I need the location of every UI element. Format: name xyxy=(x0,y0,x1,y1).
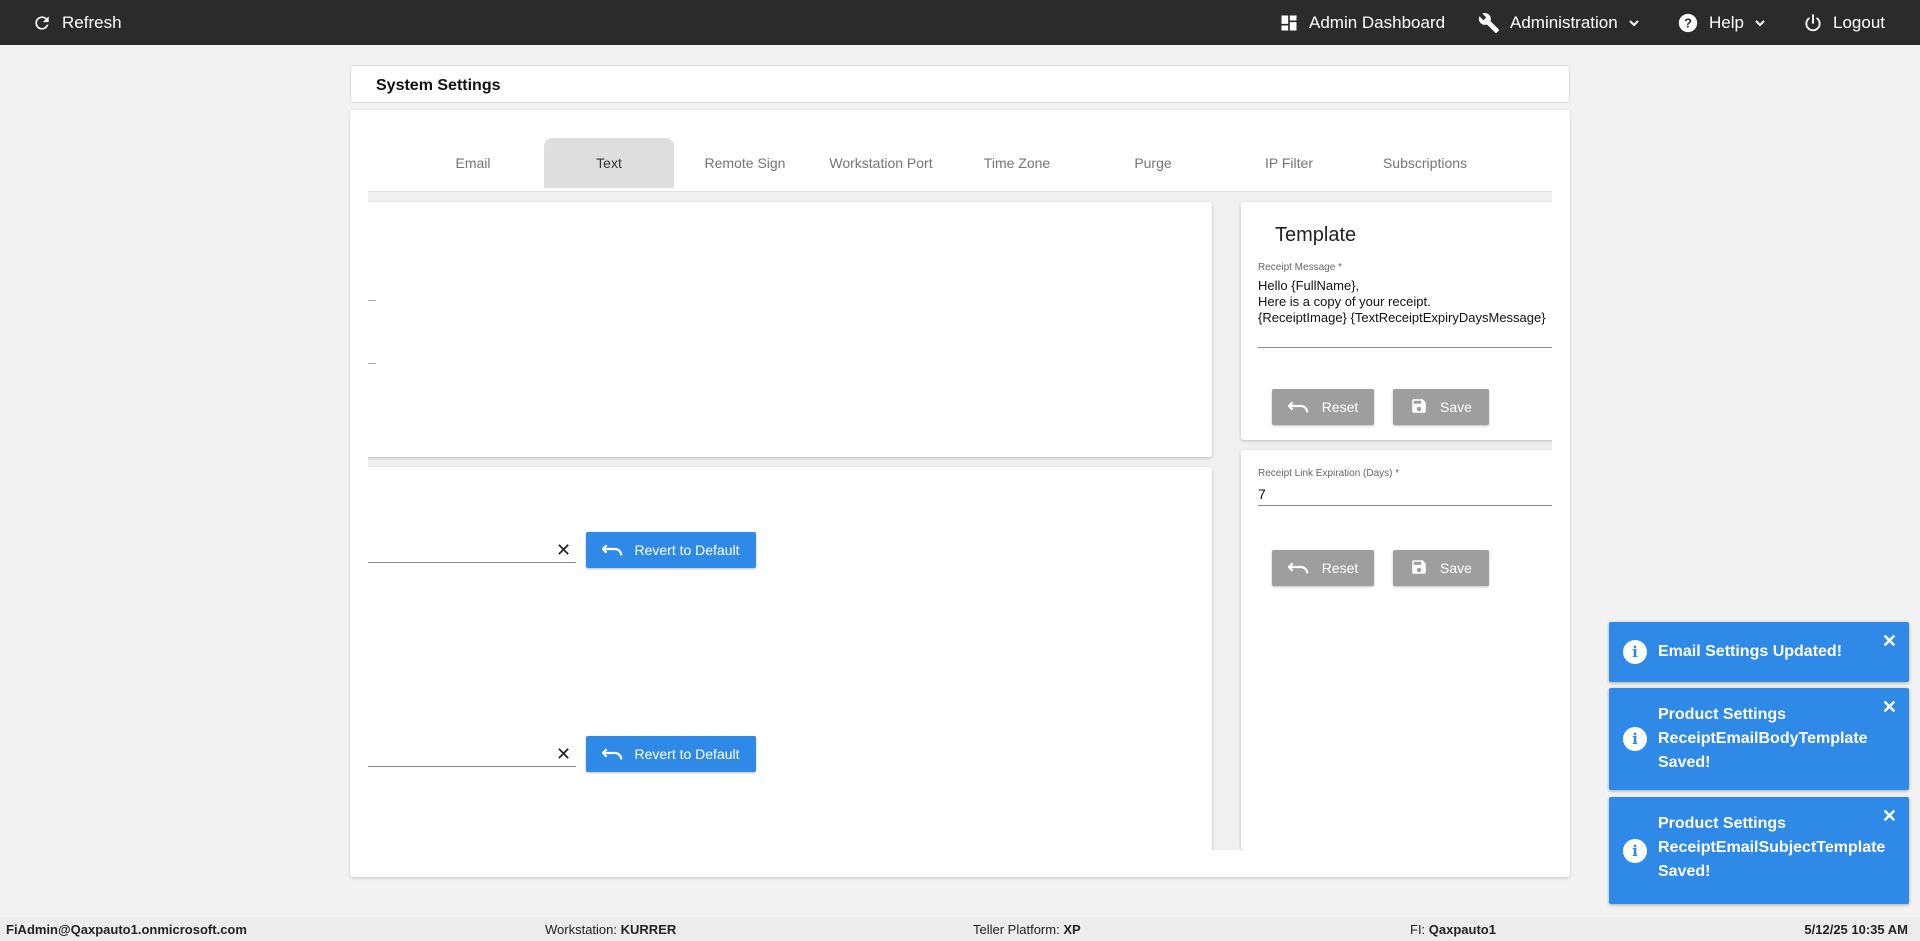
tab-workstation-port[interactable]: Workstation Port xyxy=(816,138,946,188)
svg-text:?: ? xyxy=(1684,15,1692,30)
toast-notification: i Product Settings ReceiptEmailSubjectTe… xyxy=(1609,797,1909,904)
help-label: Help xyxy=(1709,12,1744,32)
tab-remote-sign[interactable]: Remote Sign xyxy=(680,138,810,188)
help-icon: ? xyxy=(1677,12,1699,34)
revert-label: Revert to Default xyxy=(634,542,740,558)
expiration-panel: Receipt Link Expiration (Days) * 7 Reset… xyxy=(1241,450,1552,850)
clear-icon[interactable]: ✕ xyxy=(556,541,571,559)
truncated-field-marker xyxy=(368,300,376,301)
receipt-message-label: Receipt Message * xyxy=(1258,262,1342,273)
reset-label: Reset xyxy=(1321,560,1359,576)
administration-menu[interactable]: Administration xyxy=(1478,0,1640,45)
close-icon[interactable]: ✕ xyxy=(1882,807,1897,825)
template-field-2[interactable] xyxy=(368,731,576,765)
field-underline xyxy=(1258,347,1552,348)
receipt-message-textarea[interactable]: Hello {FullName}, Here is a copy of your… xyxy=(1258,276,1552,334)
wrench-icon xyxy=(1478,12,1500,34)
receipt-message-line: Here is a copy of your receipt. xyxy=(1258,294,1431,309)
chevron-down-icon xyxy=(1754,17,1766,29)
settings-tabs: Email Text Remote Sign Workstation Port … xyxy=(368,128,1552,192)
footer-datetime: 5/12/25 10:35 AM xyxy=(1804,922,1908,937)
info-icon: i xyxy=(1623,839,1647,863)
save-button[interactable]: Save xyxy=(1393,389,1489,425)
page-title: System Settings xyxy=(376,77,501,94)
tab-time-zone[interactable]: Time Zone xyxy=(952,138,1082,188)
administration-label: Administration xyxy=(1510,12,1618,32)
footer-fi: FI: Qaxpauto1 xyxy=(1410,922,1496,937)
expiration-label: Receipt Link Expiration (Days) * xyxy=(1258,468,1400,479)
template-panel: Template Receipt Message * Hello {FullNa… xyxy=(1241,202,1552,440)
undo-icon xyxy=(601,541,624,560)
close-icon[interactable]: ✕ xyxy=(1882,632,1897,650)
tab-content: ✕ Revert to Default ✕ Revert to Default xyxy=(368,192,1552,850)
save-icon xyxy=(1410,558,1428,579)
help-menu[interactable]: ? Help xyxy=(1677,0,1766,45)
field-underline xyxy=(1258,505,1552,506)
info-icon: i xyxy=(1623,640,1647,664)
refresh-icon xyxy=(32,13,52,33)
template-heading: Template xyxy=(1275,224,1357,246)
reset-label: Reset xyxy=(1321,399,1359,415)
refresh-button[interactable]: Refresh xyxy=(32,0,122,45)
save-label: Save xyxy=(1440,399,1472,415)
toast-notification: i Product Settings ReceiptEmailBodyTempl… xyxy=(1609,688,1909,790)
expiration-input[interactable]: 7 xyxy=(1258,486,1266,502)
tab-text[interactable]: Text xyxy=(544,138,674,188)
field-underline xyxy=(368,562,576,563)
field-underline xyxy=(368,766,576,767)
revert-label: Revert to Default xyxy=(634,746,740,762)
admin-dashboard-link[interactable]: Admin Dashboard xyxy=(1279,0,1445,45)
reset-button[interactable]: Reset xyxy=(1272,389,1374,425)
tab-email[interactable]: Email xyxy=(408,138,538,188)
toast-message: Product Settings ReceiptEmailSubjectTemp… xyxy=(1658,815,1886,880)
save-icon xyxy=(1410,397,1428,418)
truncated-field-marker xyxy=(368,363,376,364)
clear-icon[interactable]: ✕ xyxy=(556,745,571,763)
close-icon[interactable]: ✕ xyxy=(1882,698,1897,716)
left-bottom-panel: ✕ Revert to Default ✕ Revert to Default xyxy=(368,467,1212,850)
footer-user: FiAdmin@Qaxpauto1.onmicrosoft.com xyxy=(6,922,247,937)
revert-to-default-button[interactable]: Revert to Default xyxy=(586,736,756,772)
tab-ip-filter[interactable]: IP Filter xyxy=(1224,138,1354,188)
save-label: Save xyxy=(1440,560,1472,576)
chevron-down-icon xyxy=(1628,17,1640,29)
footer-workstation: Workstation: KURRER xyxy=(545,922,677,937)
undo-icon xyxy=(1287,398,1310,417)
left-top-panel xyxy=(368,202,1212,457)
admin-dashboard-label: Admin Dashboard xyxy=(1309,12,1446,32)
toast-message: Email Settings Updated! xyxy=(1658,643,1843,660)
status-footer: FiAdmin@Qaxpauto1.onmicrosoft.com Workst… xyxy=(0,917,1920,941)
footer-teller-platform: Teller Platform: XP xyxy=(973,922,1081,937)
logout-label: Logout xyxy=(1833,12,1885,32)
toast-notification: i Email Settings Updated! ✕ xyxy=(1609,622,1909,682)
page-header-card: System Settings xyxy=(350,65,1570,103)
save-button[interactable]: Save xyxy=(1393,550,1489,586)
receipt-message-line: Hello {FullName}, xyxy=(1258,278,1360,293)
tab-purge[interactable]: Purge xyxy=(1088,138,1218,188)
top-navigation-bar: Refresh Admin Dashboard Administration ?… xyxy=(0,0,1920,45)
toast-message: Product Settings ReceiptEmailBodyTemplat… xyxy=(1658,706,1868,771)
undo-icon xyxy=(1287,559,1310,578)
tab-subscriptions[interactable]: Subscriptions xyxy=(1360,138,1490,188)
template-field-1[interactable] xyxy=(368,527,576,561)
revert-to-default-button[interactable]: Revert to Default xyxy=(586,532,756,568)
receipt-message-line: {ReceiptImage} {TextReceiptExpiryDaysMes… xyxy=(1258,310,1546,325)
reset-button[interactable]: Reset xyxy=(1272,550,1374,586)
dashboard-icon xyxy=(1279,13,1299,33)
undo-icon xyxy=(601,745,624,764)
refresh-label: Refresh xyxy=(62,12,122,32)
power-icon xyxy=(1803,13,1823,33)
settings-card: Email Text Remote Sign Workstation Port … xyxy=(350,110,1570,877)
info-icon: i xyxy=(1623,727,1647,751)
logout-button[interactable]: Logout xyxy=(1803,0,1885,45)
